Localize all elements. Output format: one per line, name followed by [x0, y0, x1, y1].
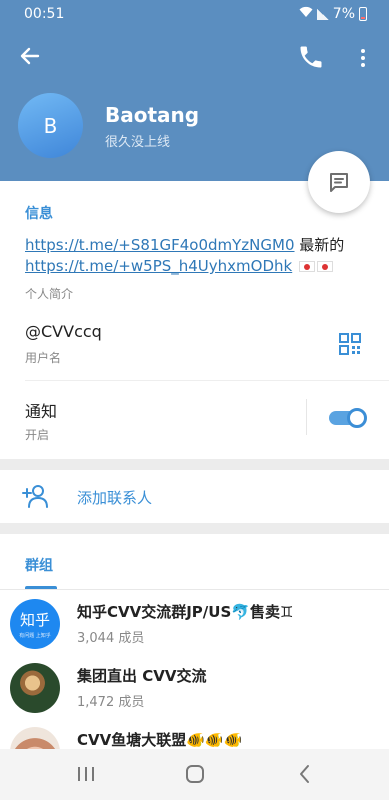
recent-apps-button[interactable] [78, 767, 94, 781]
more-options-button[interactable] [354, 43, 372, 71]
more-vertical-icon [354, 43, 372, 67]
group-name: 集团直出 CVV交流 [77, 667, 207, 685]
battery-percent: 7% [332, 6, 355, 22]
system-nav-bar [0, 749, 389, 800]
qr-code-button[interactable] [339, 333, 361, 355]
username-value[interactable]: @CVVccq [25, 322, 102, 341]
qr-code-icon [339, 333, 361, 355]
info-section-title: 信息 [25, 206, 53, 222]
recent-apps-icon [78, 767, 80, 781]
avatar-initial: B [43, 113, 58, 138]
group-name: CVV鱼塘大联盟🐠🐠🐠 [77, 731, 243, 749]
group-avatar [10, 663, 60, 713]
japan-flag-icon [299, 261, 315, 272]
bio-middle-text: 最新的 [294, 236, 345, 254]
divider [25, 380, 389, 381]
notifications-state: 开启 [25, 428, 50, 442]
tab-divider [0, 589, 389, 590]
groups-section: 群组 知乎 有问题 上知乎 知乎CVV交流群JP/US🐬售卖♊ 3,044 成员… [0, 534, 389, 749]
username-label: 用户名 [25, 351, 62, 365]
status-time: 00:51 [24, 6, 65, 22]
info-section: 信息 https://t.me/+S81GF4o0dmYzNGM0 最新的 ht… [0, 181, 389, 459]
tab-groups[interactable]: 群组 [25, 555, 53, 575]
last-seen-status: 很久没上线 [105, 135, 171, 150]
group-list-item[interactable]: 知乎 有问题 上知乎 知乎CVV交流群JP/US🐬售卖♊ 3,044 成员 [0, 599, 389, 661]
chevron-left-icon [300, 765, 309, 783]
home-button[interactable] [186, 765, 204, 783]
arrow-left-icon [20, 47, 40, 65]
bio-link-1[interactable]: https://t.me/+S81GF4o0dmYzNGM0 [25, 236, 295, 254]
group-avatar-text: 知乎 [19, 611, 50, 629]
call-button[interactable] [297, 43, 325, 71]
group-list-item[interactable]: CVV鱼塘大联盟🐠🐠🐠 [0, 727, 389, 749]
phone-icon [300, 46, 322, 68]
group-avatar [10, 727, 60, 749]
back-button[interactable] [16, 42, 44, 70]
notifications-toggle[interactable] [329, 408, 367, 428]
system-back-button[interactable] [297, 763, 313, 785]
status-bar: 00:51 7% [0, 0, 389, 28]
group-avatar-subtext: 有问题 上知乎 [19, 633, 51, 639]
signal-icon [316, 8, 329, 20]
profile-avatar[interactable]: B [18, 93, 83, 158]
profile-name: Baotang [105, 103, 200, 127]
group-avatar: 知乎 有问题 上知乎 [10, 599, 60, 649]
battery-icon [359, 7, 367, 21]
add-person-icon [22, 483, 50, 509]
add-contact-label: 添加联系人 [77, 489, 153, 507]
bio-label: 个人简介 [25, 287, 74, 301]
add-contact-row[interactable]: 添加联系人 [0, 470, 389, 523]
status-icons: 7% [299, 6, 367, 22]
group-members: 1,472 成员 [77, 695, 145, 710]
group-list-item[interactable]: 集团直出 CVV交流 1,472 成员 [0, 663, 389, 725]
notifications-label[interactable]: 通知 [25, 398, 57, 422]
message-icon [330, 173, 348, 192]
bio-link-2[interactable]: https://t.me/+w5PS_h4UyhxmODhk [25, 257, 292, 275]
toggle-knob [347, 408, 367, 428]
wifi-icon [299, 6, 313, 22]
vertical-divider [306, 399, 307, 435]
send-message-button[interactable] [308, 151, 370, 213]
japan-flag-icon [317, 261, 333, 272]
group-members: 3,044 成员 [77, 631, 145, 646]
bio-text: https://t.me/+S81GF4o0dmYzNGM0 最新的 https… [25, 235, 377, 277]
group-name: 知乎CVV交流群JP/US🐬售卖♊ [77, 603, 294, 621]
